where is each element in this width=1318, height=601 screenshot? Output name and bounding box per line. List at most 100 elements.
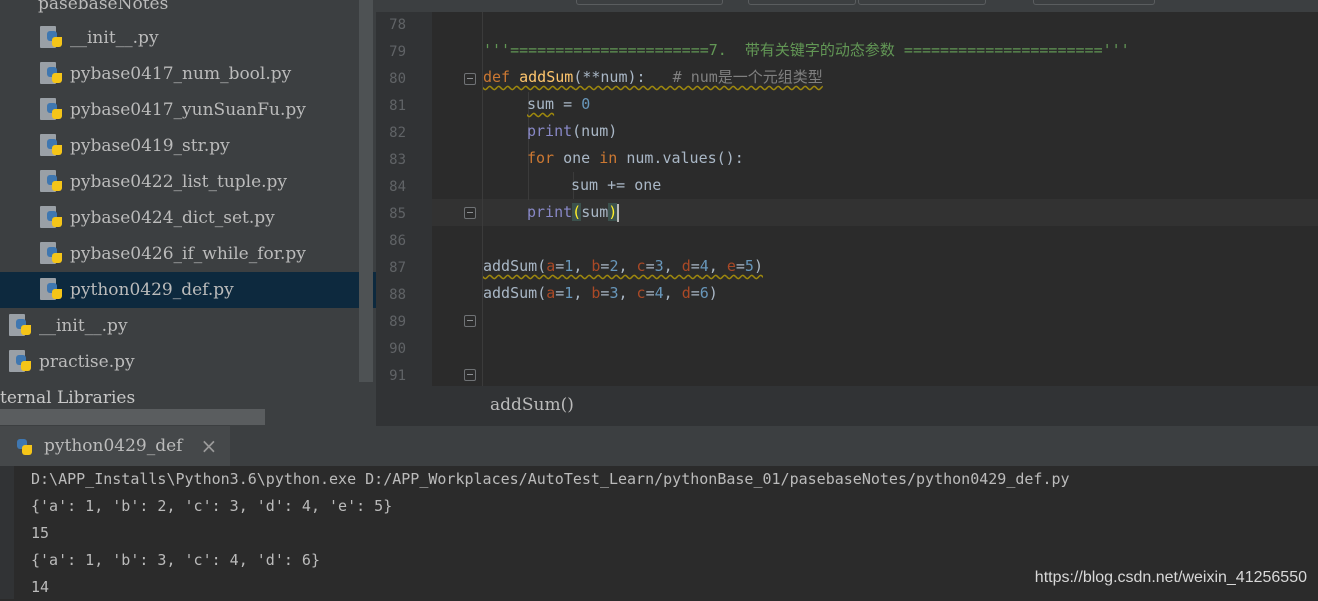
tree-file-label: pybase0417_num_bool.py [70, 64, 292, 84]
function-params: (**num): [573, 68, 673, 86]
code-line-83: for one in num.values(): [527, 145, 744, 172]
line-number: 79 [389, 44, 406, 60]
kwarg-value: 4 [699, 257, 709, 275]
editor-tab-bar [376, 0, 1318, 12]
external-libraries-label: ternal Libraries [0, 388, 136, 408]
kwarg-name: d [681, 284, 691, 302]
line-number: 87 [389, 260, 406, 276]
print-args: (num) [572, 122, 618, 140]
tree-root-practise[interactable]: practise.py [7, 344, 347, 380]
tree-root-init[interactable]: __init__.py [7, 308, 347, 344]
kwarg-value: 4 [654, 284, 664, 302]
tree-file-str[interactable]: pybase0419_str.py [38, 128, 368, 164]
tree-file-label: pybase0417_yunSuanFu.py [70, 100, 306, 120]
line-number: 85 [389, 206, 406, 222]
kwarg-name: e [726, 257, 736, 275]
editor-tab-stub[interactable] [858, 0, 986, 5]
tree-file-label: pybase0419_str.py [70, 136, 230, 156]
console-line: 15 [31, 524, 50, 542]
kwarg-value: 3 [609, 284, 619, 302]
kwarg-value: 3 [654, 257, 664, 275]
close-icon[interactable]: × [200, 434, 217, 458]
builtin-print: print [527, 122, 573, 140]
editor-tab-stub[interactable] [576, 0, 723, 5]
line-number-gutter: 78 79 80 81 82 83 84 85 86 87 88 89 90 9… [376, 12, 432, 386]
console-gutter [0, 466, 14, 599]
call-name: addSum [483, 257, 538, 275]
code-line-81: sum = 0 [527, 91, 590, 118]
kwarg-name: c [636, 284, 646, 302]
run-tab-label: python0429_def [44, 436, 183, 456]
line-number: 81 [389, 98, 406, 114]
number: 0 [581, 95, 591, 113]
line-number: 86 [389, 233, 406, 249]
python-file-icon [38, 205, 64, 231]
tree-file-label: __init__.py [70, 28, 159, 48]
line-number: 78 [389, 17, 406, 33]
run-tab[interactable]: python0429_def × [0, 426, 230, 466]
code-line-79: '''======================7. 带有关键字的动态参数 =… [483, 41, 1130, 59]
keyword-def: def [483, 68, 520, 86]
console-line: D:\APP_Installs\Python3.6\python.exe D:/… [31, 470, 1070, 488]
editor-tab-stub[interactable] [748, 0, 856, 5]
kwarg-value: 5 [744, 257, 754, 275]
tree-file-list-tuple[interactable]: pybase0422_list_tuple.py [38, 164, 368, 200]
keyword-for: for [527, 149, 555, 167]
code-line-87: addSum(a=1, b=2, c=3, d=4, e=5) [483, 257, 763, 275]
console-line: {'a': 1, 'b': 3, 'c': 4, 'd': 6} [31, 551, 320, 569]
fold-toggle-icon[interactable] [464, 73, 476, 85]
tree-file-num-bool[interactable]: pybase0417_num_bool.py [38, 56, 368, 92]
code-comment: # num是一个元组类型 [672, 68, 823, 86]
tree-file-yunsuanfu[interactable]: pybase0417_yunSuanFu.py [38, 92, 368, 128]
tree-vertical-scrollbar[interactable] [359, 0, 373, 382]
breadcrumb[interactable]: addSum() [376, 386, 1318, 426]
watermark: https://blog.csdn.net/weixin_41256550 [1034, 569, 1307, 586]
line-number: 84 [389, 179, 406, 195]
kwarg-name: a [546, 257, 556, 275]
python-run-icon [8, 433, 34, 459]
tree-horizontal-scrollbar[interactable] [0, 409, 265, 425]
tree-file-label: pybase0422_list_tuple.py [70, 172, 288, 192]
tree-file-label: pybase0424_dict_set.py [70, 208, 275, 228]
fold-toggle-icon[interactable] [464, 369, 476, 381]
project-tree: pasebaseNotes __init__.py pybase0417_num… [0, 0, 376, 426]
folder-pasebasenotes[interactable]: pasebaseNotes [38, 0, 168, 22]
kwarg-value: 6 [699, 284, 709, 302]
line-number: 88 [389, 287, 406, 303]
kwarg-name: b [591, 284, 601, 302]
python-file-icon [7, 313, 33, 339]
operator: = [554, 95, 582, 113]
tree-file-label: python0429_def.py [70, 280, 234, 300]
code-editor[interactable]: 78 79 80 81 82 83 84 85 86 87 88 89 90 9… [376, 0, 1318, 426]
code-line-82: print(num) [527, 118, 617, 145]
code-line-84: sum += one [571, 176, 662, 194]
tree-file-label: practise.py [39, 352, 135, 372]
tree-file-if-while-for[interactable]: pybase0426_if_while_for.py [38, 236, 368, 272]
breadcrumb-item[interactable]: addSum() [490, 395, 574, 415]
kwarg-value: 2 [609, 257, 619, 275]
kwarg-value: 1 [564, 284, 574, 302]
code-line-85: print(sum) [527, 199, 620, 226]
editor-tab-stub[interactable] [1033, 0, 1155, 5]
tree-file-label: pybase0426_if_while_for.py [70, 244, 306, 264]
fold-toggle-icon[interactable] [464, 315, 476, 327]
call-name: addSum [483, 284, 538, 302]
python-file-icon [38, 133, 64, 159]
python-file-icon [38, 169, 64, 195]
code-line-80: def addSum(**num): # num是一个元组类型 [483, 64, 823, 91]
python-file-icon [38, 277, 64, 303]
line-number: 80 [389, 71, 406, 87]
python-file-icon [38, 97, 64, 123]
tree-file-init[interactable]: __init__.py [38, 20, 368, 56]
line-number: 89 [389, 314, 406, 330]
line-number: 90 [389, 341, 406, 357]
python-file-icon [7, 349, 33, 375]
python-file-icon [38, 25, 64, 51]
tree-file-dict-set[interactable]: pybase0424_dict_set.py [38, 200, 368, 236]
tree-file-def-selected[interactable]: python0429_def.py [0, 272, 376, 308]
function-name: addSum [519, 68, 574, 86]
console-line: {'a': 1, 'b': 2, 'c': 3, 'd': 4, 'e': 5} [31, 497, 393, 515]
line-number: 82 [389, 125, 406, 141]
python-file-icon [38, 61, 64, 87]
fold-toggle-icon[interactable] [464, 207, 476, 219]
